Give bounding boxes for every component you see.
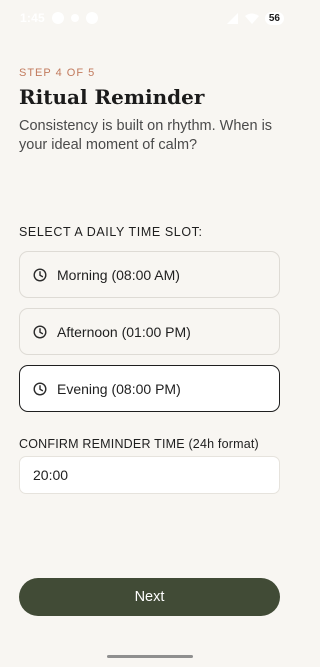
confirm-time-label: CONFIRM REMINDER TIME (24h format) (19, 437, 259, 451)
notification-icon (51, 12, 64, 24)
status-right: 56 (226, 11, 284, 25)
wifi-icon (244, 13, 259, 24)
time-slot-label-text: Evening (08:00 PM) (57, 380, 181, 397)
battery-level: 56 (264, 11, 284, 25)
time-slot-evening[interactable]: Evening (08:00 PM) (19, 365, 280, 412)
signal-icon (226, 12, 238, 24)
clock-icon (33, 381, 47, 396)
page-subtitle: Consistency is built on rhythm. When is … (19, 118, 273, 153)
time-slot-label-text: Afternoon (01:00 PM) (57, 323, 191, 340)
home-indicator[interactable] (107, 655, 193, 658)
step-indicator: STEP 4 OF 5 (19, 67, 96, 79)
clock-icon (33, 324, 47, 339)
time-slot-afternoon[interactable]: Afternoon (01:00 PM) (19, 308, 280, 355)
next-button[interactable]: Next (19, 578, 280, 616)
page-title: Ritual Reminder (19, 85, 205, 109)
status-left: 1:45 (20, 11, 98, 25)
status-bar: 1:45 56 (0, 0, 300, 36)
reminder-time-input[interactable] (19, 456, 280, 494)
notification-icon (85, 12, 98, 24)
time-slot-label: SELECT A DAILY TIME SLOT: (19, 225, 203, 239)
clock-icon (33, 267, 47, 282)
status-time: 1:45 (20, 11, 45, 25)
notification-icon (70, 14, 79, 22)
time-slot-label-text: Morning (08:00 AM) (57, 266, 180, 283)
time-slot-morning[interactable]: Morning (08:00 AM) (19, 251, 280, 298)
